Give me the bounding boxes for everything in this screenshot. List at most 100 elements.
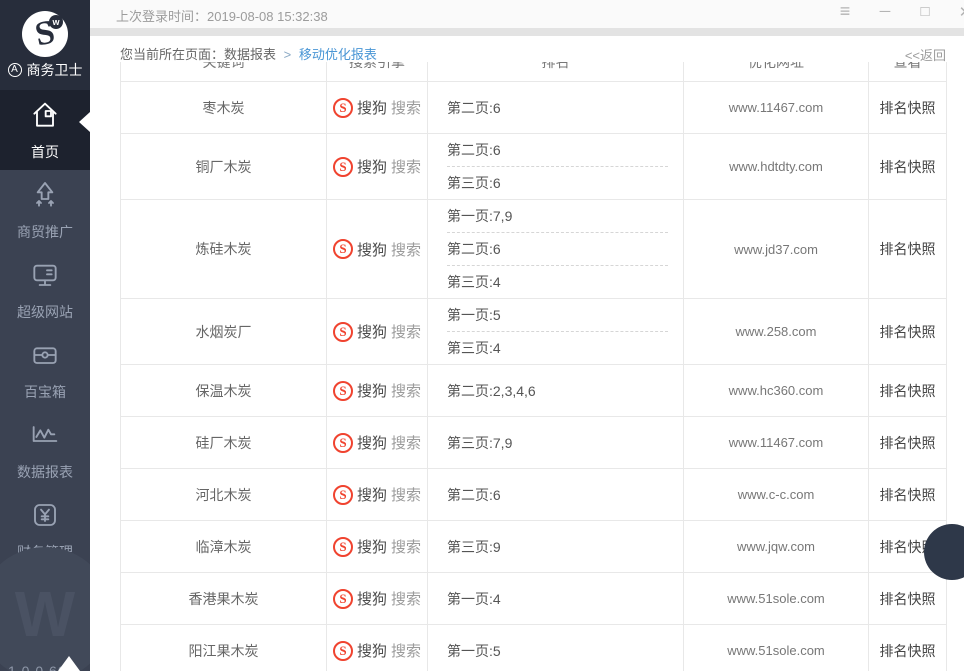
keyword-cell: 香港果木炭 <box>121 573 327 625</box>
column-header: 优化网址 <box>684 62 869 82</box>
engine-cell: S搜狗搜索 <box>327 299 428 365</box>
snapshot-link[interactable]: 排名快照 <box>869 299 947 365</box>
sidebar-item-home[interactable]: 首页 <box>0 90 90 170</box>
snapshot-link[interactable]: 排名快照 <box>869 82 947 134</box>
snapshot-link[interactable]: 排名快照 <box>869 573 947 625</box>
engine-cell: S搜狗搜索 <box>327 82 428 134</box>
sidebar-item-toolbox[interactable]: 百宝箱 <box>0 330 90 410</box>
engine-name-suffix: 搜索 <box>391 588 421 609</box>
column-header: 关键词 <box>121 62 327 82</box>
optimized-url: www.258.com <box>684 299 869 365</box>
back-to-top-icon[interactable] <box>58 656 80 671</box>
table-row: 铜厂木炭S搜狗搜索第二页:6第三页:6www.hdtdty.com排名快照 <box>121 134 947 200</box>
separator-band <box>90 28 964 36</box>
engine-name-suffix: 搜索 <box>391 640 421 661</box>
engine-cell: S搜狗搜索 <box>327 625 428 671</box>
brand-row: A 商务卫士 <box>8 60 83 80</box>
watermark-letter: W <box>15 577 75 651</box>
rank-cell: 第二页:6 <box>428 469 684 521</box>
rank-cell: 第三页:9 <box>428 521 684 573</box>
sidebar-item-report[interactable]: 数据报表 <box>0 410 90 490</box>
toolbox-icon <box>29 339 61 374</box>
engine-name-suffix: 搜索 <box>391 239 421 260</box>
engine-name-suffix: 搜索 <box>391 380 421 401</box>
table-row: 炼硅木炭S搜狗搜索第一页:7,9第二页:6第三页:4www.jd37.com排名… <box>121 200 947 299</box>
report-table-viewport: 关键词搜索引擎排名优化网址查看 枣木炭S搜狗搜索第二页:6www.11467.c… <box>120 62 948 671</box>
snapshot-link[interactable]: 排名快照 <box>869 625 947 671</box>
rank-entry: 第二页:6 <box>447 479 668 511</box>
rank-entry: 第三页:6 <box>447 166 668 199</box>
keyword-cell: 铜厂木炭 <box>121 134 327 200</box>
sogou-logo-icon: S <box>333 537 353 557</box>
engine-name: 搜狗 <box>357 156 387 177</box>
breadcrumb-current[interactable]: 移动优化报表 <box>299 47 377 62</box>
snapshot-link[interactable]: 排名快照 <box>869 417 947 469</box>
rank-cell: 第二页:2,3,4,6 <box>428 365 684 417</box>
snapshot-link[interactable]: 排名快照 <box>869 134 947 200</box>
engine-cell: S搜狗搜索 <box>327 521 428 573</box>
table-row: 硅厂木炭S搜狗搜索第三页:7,9www.11467.com排名快照 <box>121 417 947 469</box>
sogou-logo-icon: S <box>333 433 353 453</box>
rank-entry: 第一页:5 <box>447 635 668 667</box>
maximize-icon[interactable]: □ <box>914 3 936 20</box>
table-row: 临漳木炭S搜狗搜索第三页:9www.jqw.com排名快照 <box>121 521 947 573</box>
rank-cell: 第一页:4 <box>428 573 684 625</box>
engine-name-suffix: 搜索 <box>391 484 421 505</box>
engine-name-suffix: 搜索 <box>391 536 421 557</box>
table-row: 香港果木炭S搜狗搜索第一页:4www.51sole.com排名快照 <box>121 573 947 625</box>
table-row: 河北木炭S搜狗搜索第二页:6www.c-c.com排名快照 <box>121 469 947 521</box>
snapshot-link[interactable]: 排名快照 <box>869 469 947 521</box>
rank-entry: 第三页:7,9 <box>447 427 668 459</box>
breadcrumb-section[interactable]: 数据报表 <box>224 47 276 62</box>
sogou-logo-icon: S <box>333 322 353 342</box>
breadcrumb-separator: > <box>284 47 292 62</box>
sogou-logo-icon: S <box>333 239 353 259</box>
rank-entry: 第二页:2,3,4,6 <box>447 375 668 407</box>
table-header-row: 关键词搜索引擎排名优化网址查看 <box>121 62 947 82</box>
breadcrumb-prefix: 您当前所在页面： <box>120 47 224 62</box>
last-login-time: 上次登录时间：2019-08-08 15:32:38 <box>116 6 328 25</box>
engine-name-suffix: 搜索 <box>391 97 421 118</box>
sidebar-item-website[interactable]: 超级网站 <box>0 250 90 330</box>
table-row: 水烟炭厂S搜狗搜索第一页:5第三页:4www.258.com排名快照 <box>121 299 947 365</box>
logo-w-dot: w <box>49 15 63 29</box>
menu-icon[interactable]: ≡ <box>834 1 856 22</box>
engine-cell: S搜狗搜索 <box>327 417 428 469</box>
topbar: 上次登录时间：2019-08-08 15:32:38 ≡ ─ □ ✕ <box>90 0 964 28</box>
engine-name-suffix: 搜索 <box>391 156 421 177</box>
engine-cell: S搜狗搜索 <box>327 365 428 417</box>
optimized-url: www.c-c.com <box>684 469 869 521</box>
snapshot-link[interactable]: 排名快照 <box>869 200 947 299</box>
rank-cell: 第一页:5 <box>428 625 684 671</box>
snapshot-link[interactable]: 排名快照 <box>869 365 947 417</box>
engine-name: 搜狗 <box>357 97 387 118</box>
close-icon[interactable]: ✕ <box>954 3 964 21</box>
optimized-url: www.11467.com <box>684 82 869 134</box>
rank-cell: 第二页:6第三页:6 <box>428 134 684 200</box>
rank-entry: 第二页:6 <box>447 232 668 265</box>
rank-entry: 第三页:9 <box>447 531 668 563</box>
sidebar-item-label: 百宝箱 <box>24 382 66 402</box>
sogou-logo-icon: S <box>333 485 353 505</box>
rank-entry: 第三页:4 <box>447 265 668 298</box>
engine-name: 搜狗 <box>357 239 387 260</box>
app-window: S w A 商务卫士 首页商贸推广超级网站百宝箱数据报表财务管理 W 1.0.0… <box>0 0 964 671</box>
engine-cell: S搜狗搜索 <box>327 573 428 625</box>
sogou-logo-icon: S <box>333 589 353 609</box>
engine-cell: S搜狗搜索 <box>327 134 428 200</box>
sogou-logo-icon: S <box>333 641 353 661</box>
column-header: 排名 <box>428 62 684 82</box>
table-row: 阳江果木炭S搜狗搜索第一页:5www.51sole.com排名快照 <box>121 625 947 671</box>
sidebar-item-promotion[interactable]: 商贸推广 <box>0 170 90 250</box>
keyword-cell: 枣木炭 <box>121 82 327 134</box>
report-icon <box>29 419 61 454</box>
content-area: 您当前所在页面：数据报表 > 移动优化报表 <<返回 关键词搜索引擎排名优化网址… <box>90 36 964 671</box>
ranking-table: 关键词搜索引擎排名优化网址查看 枣木炭S搜狗搜索第二页:6www.11467.c… <box>120 62 947 671</box>
optimized-url: www.51sole.com <box>684 573 869 625</box>
sidebar-item-label: 商贸推广 <box>17 222 73 242</box>
engine-name: 搜狗 <box>357 588 387 609</box>
minimize-icon[interactable]: ─ <box>874 3 896 20</box>
engine-name: 搜狗 <box>357 380 387 401</box>
engine-cell: S搜狗搜索 <box>327 469 428 521</box>
keyword-cell: 保温木炭 <box>121 365 327 417</box>
